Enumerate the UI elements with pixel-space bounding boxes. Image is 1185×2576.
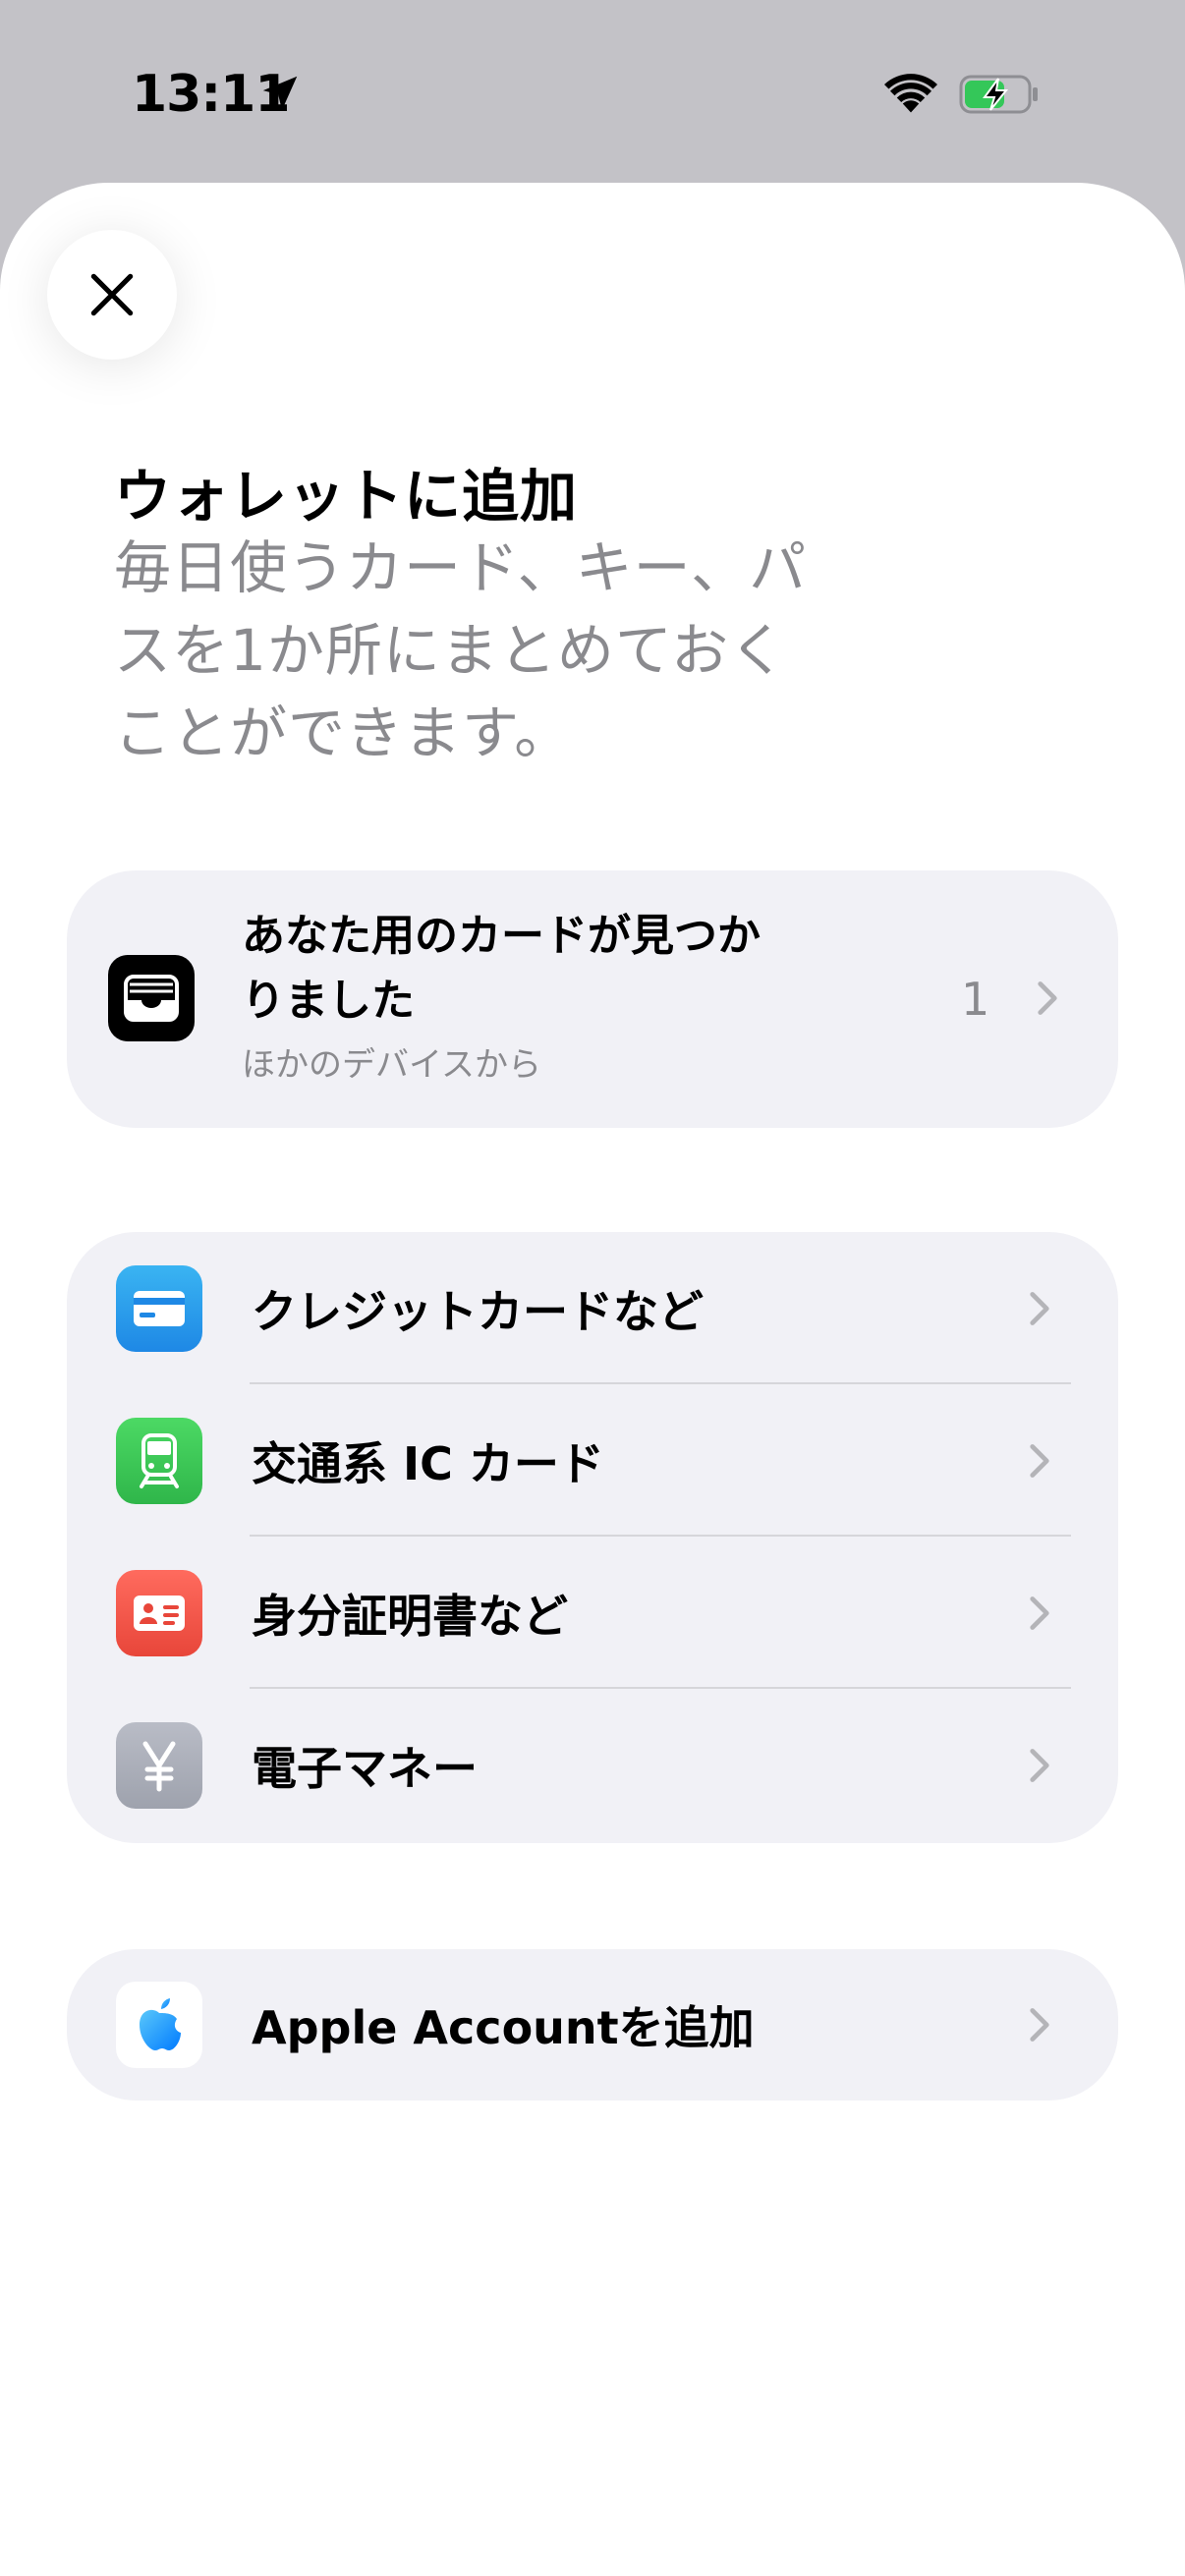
apple-account-label: Apple Accountを追加 xyxy=(252,2001,755,2054)
close-icon xyxy=(90,273,134,316)
close-button[interactable] xyxy=(47,230,177,360)
option-label: 交通系 IC カード xyxy=(252,1436,604,1490)
chevron-right-icon xyxy=(1030,1596,1049,1630)
page-title: ウォレットに追加 xyxy=(114,463,579,530)
option-id-card[interactable]: 身分証明書など xyxy=(67,1537,1118,1689)
option-label: クレジットカードなど xyxy=(252,1284,704,1338)
apple-icon xyxy=(116,1982,202,2068)
found-card-row[interactable]: あなた用のカードが見つかりました ほかのデバイスから 1 xyxy=(67,870,1118,1128)
found-card-count: 1 xyxy=(961,973,990,1026)
add-to-wallet-sheet: ウォレットに追加 毎日使うカード、キー、パスを1か所にまとめておくことができます… xyxy=(0,183,1185,2576)
option-transit-ic-card[interactable]: 交通系 IC カード xyxy=(67,1384,1118,1537)
chevron-right-icon xyxy=(1030,1749,1049,1782)
credit-card-icon xyxy=(116,1265,202,1352)
wifi-icon xyxy=(884,74,937,113)
train-icon xyxy=(116,1418,202,1504)
location-arrow-icon xyxy=(262,76,298,111)
chevron-right-icon xyxy=(1030,1292,1049,1325)
option-label: 身分証明書など xyxy=(252,1589,568,1643)
chevron-right-icon xyxy=(1030,2008,1049,2042)
yen-icon xyxy=(116,1722,202,1809)
chevron-right-icon xyxy=(1038,981,1057,1015)
option-label: 電子マネー xyxy=(252,1741,478,1795)
found-card-subtitle: ほかのデバイスから xyxy=(242,1045,541,1085)
option-credit-card[interactable]: クレジットカードなど xyxy=(67,1232,1118,1384)
found-card-title: あなた用のカードが見つかりました xyxy=(242,911,761,1026)
battery-charging-icon xyxy=(959,75,1038,114)
option-e-money[interactable]: 電子マネー xyxy=(67,1689,1118,1841)
wallet-options-list: クレジットカードなど 交通系 IC カード 身分証明書など 電子マネー xyxy=(67,1232,1118,1843)
status-bar: 13:11 xyxy=(0,0,1185,183)
id-card-icon xyxy=(116,1570,202,1656)
page-subtitle: 毎日使うカード、キー、パスを1か所にまとめておくことができます。 xyxy=(114,534,808,766)
wallet-icon xyxy=(108,955,195,1041)
add-apple-account-row[interactable]: Apple Accountを追加 xyxy=(67,1949,1118,2100)
chevron-right-icon xyxy=(1030,1444,1049,1478)
